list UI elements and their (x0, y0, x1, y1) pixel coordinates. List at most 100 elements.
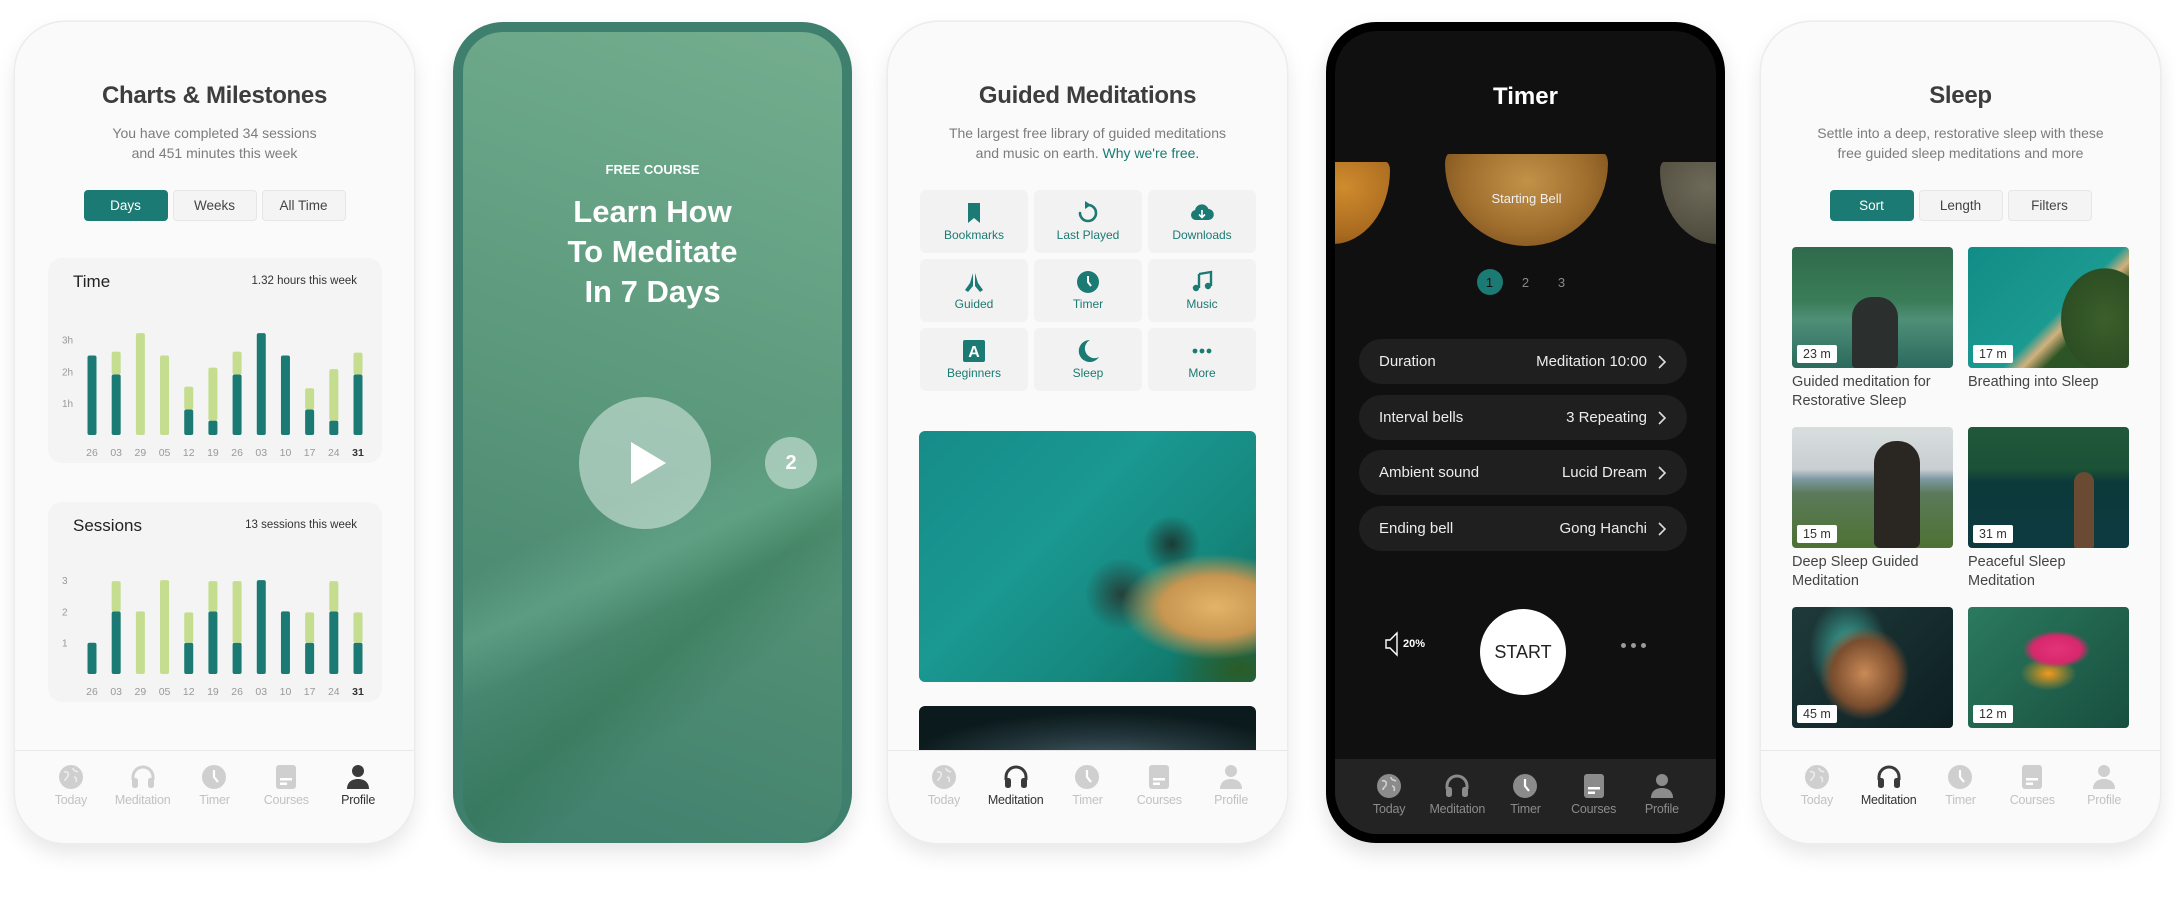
sleep-item[interactable]: 23 m Guided meditation for Restorative S… (1792, 247, 1953, 427)
pager-item[interactable]: 1 (1476, 269, 1503, 295)
segment-weeks[interactable]: Weeks (172, 190, 257, 221)
category-label: More (1188, 366, 1216, 380)
tab-courses[interactable]: Courses (252, 763, 320, 843)
sleep-item[interactable]: 17 m Breathing into Sleep (1968, 247, 2129, 427)
x-tick-label: 05 (159, 686, 171, 698)
tab-meditation[interactable]: Meditation (982, 763, 1050, 843)
tab-label: Today (1800, 793, 1834, 807)
x-tick-label: 05 (159, 447, 171, 459)
category-music[interactable]: Music (1148, 259, 1256, 322)
x-tick-label: 17 (304, 447, 316, 459)
setting-label: Ambient sound (1379, 464, 1480, 481)
tab-profile[interactable]: Profile (1197, 763, 1265, 843)
category-beginners[interactable]: A Beginners (920, 328, 1028, 391)
bar-dark (111, 374, 121, 435)
length-button[interactable]: Length (1918, 190, 2003, 221)
courses-icon (2022, 765, 2043, 789)
category-last-played[interactable]: Last Played (1034, 190, 1142, 253)
bar-dark (256, 333, 266, 435)
headphones-icon (1877, 765, 1901, 788)
tab-meditation[interactable]: Meditation (109, 763, 177, 843)
phone-sleep-screen: Sleep Settle into a deep, restorative sl… (1761, 22, 2160, 843)
tab-today[interactable]: Today (1783, 763, 1851, 843)
bell-pager: 1 2 3 (1335, 269, 1716, 295)
tab-timer[interactable]: Timer (1491, 772, 1559, 834)
filters-button[interactable]: Filters (2007, 190, 2092, 221)
bar-dark (353, 374, 363, 435)
page-subtitle: The largest free library of guided medit… (918, 123, 1257, 163)
pager-item[interactable]: 2 (1513, 269, 1539, 295)
x-tick-label: 26 (231, 686, 243, 698)
tab-meditation[interactable]: Meditation (1855, 763, 1923, 843)
tab-profile[interactable]: Profile (324, 763, 392, 843)
category-label: Bookmarks (943, 228, 1005, 242)
category-label: Sleep (1072, 366, 1104, 380)
bar-light (184, 612, 194, 643)
featured-meditation-image[interactable] (919, 431, 1256, 682)
sleep-item[interactable]: 31 m Peaceful Sleep Meditation (1968, 427, 2129, 607)
subtitle-line: free guided sleep meditations and more (1837, 145, 2084, 161)
sleep-item-image: 23 m (1792, 247, 1953, 368)
x-tick-label: 24 (328, 686, 340, 698)
tab-timer[interactable]: Timer (180, 763, 248, 843)
sleep-item-title: Peaceful Sleep Meditation (1968, 554, 2066, 589)
svg-text:A: A (968, 344, 980, 361)
y-tick-label: 2 (62, 607, 68, 618)
tab-label: Courses (2009, 793, 2055, 807)
more-options-button[interactable] (1621, 643, 1646, 648)
tab-timer[interactable]: Timer (1053, 763, 1121, 843)
tab-today[interactable]: Today (37, 763, 105, 843)
category-sleep[interactable]: Sleep (1034, 328, 1142, 391)
tab-today[interactable]: Today (910, 763, 978, 843)
page-title: Timer (1493, 83, 1558, 110)
x-tick-label: 03 (255, 447, 267, 459)
category-more[interactable]: More (1148, 328, 1256, 391)
tab-meditation[interactable]: Meditation (1423, 772, 1491, 834)
tab-courses[interactable]: Courses (1560, 772, 1628, 834)
x-tick-label: 03 (255, 686, 267, 698)
play-button[interactable] (579, 397, 711, 529)
category-guided[interactable]: Guided (920, 259, 1028, 322)
pager-item[interactable]: 3 (1549, 269, 1575, 295)
bar-dark (184, 409, 194, 435)
category-timer[interactable]: Timer (1034, 259, 1142, 322)
sort-button[interactable]: Sort (1829, 190, 1914, 221)
category-bookmarks[interactable]: Bookmarks (920, 190, 1028, 253)
sleep-item-image: 12 m (1968, 607, 2129, 728)
category-downloads[interactable]: Downloads (1148, 190, 1256, 253)
tab-courses[interactable]: Courses (1998, 763, 2066, 843)
setting-ending-bell[interactable]: Ending bell Gong Hanchi (1359, 506, 1687, 551)
tab-today[interactable]: Today (1355, 772, 1423, 834)
tab-profile[interactable]: Profile (2070, 763, 2138, 843)
globe-icon (931, 765, 956, 789)
tab-courses[interactable]: Courses (1125, 763, 1193, 843)
x-tick-label: 10 (280, 447, 292, 459)
range-segmented-control: Days Weeks All Time (15, 190, 414, 221)
tab-timer[interactable]: Timer (1926, 763, 1994, 843)
setting-ambient-sound[interactable]: Ambient sound Lucid Dream (1359, 450, 1687, 495)
bar-dark (208, 611, 218, 674)
volume-control[interactable]: 20% (1385, 631, 1425, 657)
why-free-link[interactable]: Why we're free. (1103, 145, 1200, 161)
bell-option-next[interactable] (1660, 162, 1716, 244)
x-tick-label: 26 (86, 686, 98, 698)
y-tick-label: 3 (62, 576, 68, 587)
tab-label: Timer (1072, 793, 1103, 807)
course-background-image: FREE COURSE Learn How To Meditate In 7 D… (463, 32, 842, 843)
segment-all-time[interactable]: All Time (261, 190, 346, 221)
x-tick-label: 31 (352, 686, 364, 698)
tab-profile[interactable]: Profile (1628, 772, 1696, 834)
sleep-item[interactable]: 15 m Deep Sleep Guided Meditation (1792, 427, 1953, 607)
setting-duration[interactable]: Duration Meditation 10:00 (1359, 339, 1687, 384)
setting-interval-bells[interactable]: Interval bells 3 Repeating (1359, 395, 1687, 440)
x-tick-label: 03 (110, 686, 122, 698)
page-title: Sleep (1929, 82, 1992, 109)
bar-light (329, 369, 339, 421)
next-session-button[interactable]: 2 (765, 437, 817, 489)
bell-option-previous[interactable] (1335, 162, 1390, 244)
start-button[interactable]: START (1480, 609, 1566, 695)
bar-light (111, 351, 121, 375)
profile-icon (2093, 765, 2116, 789)
course-title-line: To Meditate (567, 234, 738, 269)
segment-days[interactable]: Days (83, 190, 168, 221)
